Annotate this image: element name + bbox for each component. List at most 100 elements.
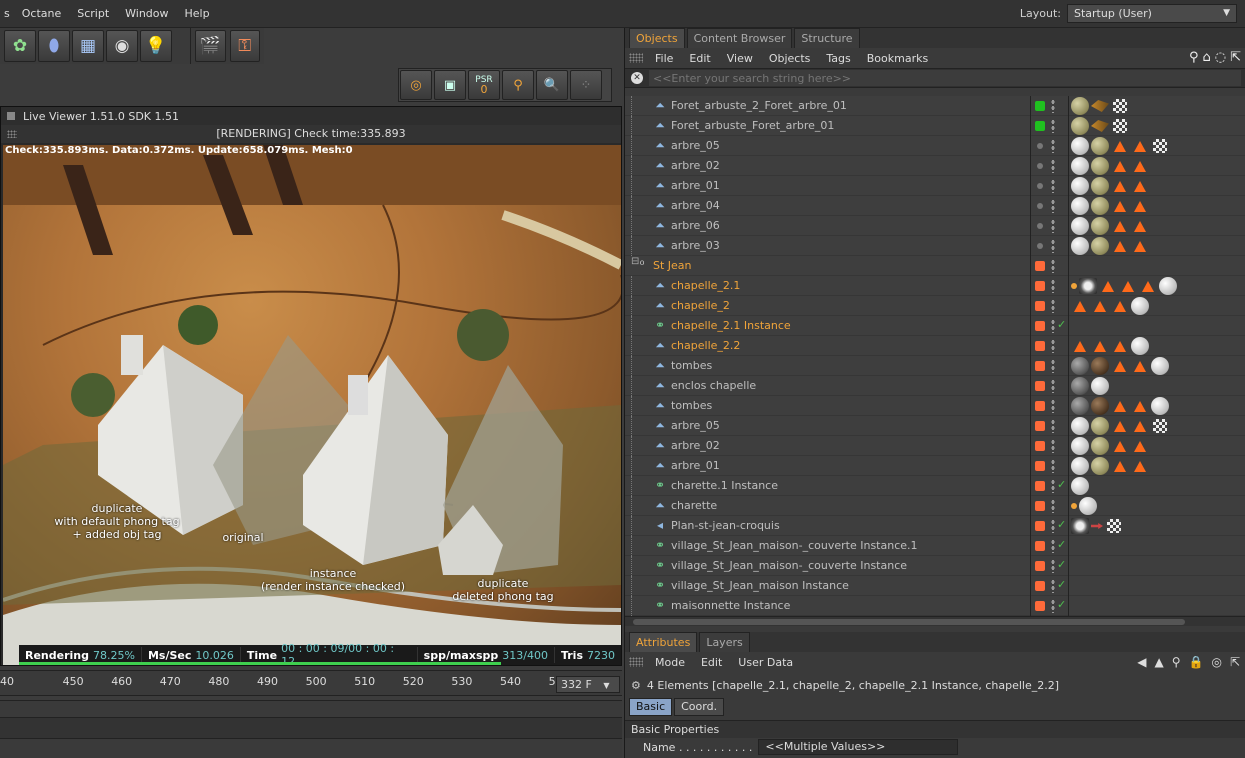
visibility-dots-icon[interactable] [1051, 219, 1055, 233]
flower-icon[interactable]: ✿ [4, 30, 36, 62]
object-row[interactable]: ⏶ arbre_01 [625, 176, 1245, 196]
menu-edit[interactable]: Edit [681, 52, 718, 65]
tri-tag-icon[interactable] [1094, 300, 1106, 312]
white-tag-icon[interactable] [1071, 237, 1089, 255]
layer-color-swatch[interactable] [1035, 541, 1045, 551]
olive-tag-icon[interactable] [1091, 417, 1109, 435]
dark-tag-icon[interactable] [1071, 377, 1089, 395]
object-name[interactable]: arbre_01 [671, 179, 720, 192]
object-row[interactable]: ⏶ chapelle_2.1 [625, 276, 1245, 296]
white-tag-icon[interactable] [1071, 477, 1089, 495]
layer-color-swatch[interactable] [1035, 381, 1045, 391]
layer-color-swatch[interactable] [1035, 561, 1045, 571]
leaf-tag-icon[interactable] [1091, 100, 1109, 112]
object-row[interactable]: ⏶ arbre_04 [625, 196, 1245, 216]
magnifier-icon[interactable]: 🔍 [536, 70, 568, 100]
object-row[interactable]: ⏶ arbre_06 [625, 216, 1245, 236]
object-row[interactable]: ⚭ village_St_Jean_maison-_couverte Instan… [625, 556, 1245, 576]
visibility-dots-icon[interactable] [1051, 379, 1055, 393]
leaf-tag-icon[interactable] [1091, 120, 1109, 132]
checker-tag-icon[interactable] [1113, 99, 1127, 113]
object-name[interactable]: charette.1 Instance [671, 479, 778, 492]
white-tag-icon[interactable] [1079, 497, 1097, 515]
menu-edit[interactable]: Edit [693, 656, 730, 669]
object-name[interactable]: village_St_Jean_maison-_couverte Instanc… [671, 539, 918, 552]
visibility-dots-icon[interactable] [1051, 119, 1055, 133]
grid-dots-icon[interactable]: ⁘ [570, 70, 602, 100]
object-name[interactable]: arbre_04 [671, 199, 720, 212]
visibility-dots-icon[interactable] [1051, 339, 1055, 353]
tri-tag-icon[interactable] [1134, 160, 1146, 172]
up-arrow-icon[interactable]: ▲ [1154, 655, 1163, 669]
white-tag-icon[interactable] [1071, 157, 1089, 175]
object-name[interactable]: arbre_01 [671, 459, 720, 472]
white-tag-icon[interactable] [1131, 297, 1149, 315]
back-arrow-icon[interactable]: ◀ [1137, 655, 1146, 669]
object-name[interactable]: chapelle_2.2 [671, 339, 740, 352]
object-row[interactable]: ⏶ arbre_02 [625, 156, 1245, 176]
tri-tag-icon[interactable] [1134, 220, 1146, 232]
white-tag-icon[interactable] [1131, 337, 1149, 355]
visibility-dots-icon[interactable] [1051, 159, 1055, 173]
tri-tag-icon[interactable] [1134, 240, 1146, 252]
white-tag-icon[interactable] [1151, 397, 1169, 415]
tab-objects[interactable]: Objects [629, 28, 685, 48]
object-row[interactable]: ⏶ tombes [625, 356, 1245, 376]
layer-color-swatch[interactable] [1035, 441, 1045, 451]
checker-tag-icon[interactable] [1107, 519, 1121, 533]
object-row[interactable]: ⚭ charette.1 Instance ✓ [625, 476, 1245, 496]
white-tag-icon[interactable] [1071, 217, 1089, 235]
layer-color-swatch[interactable] [1037, 143, 1043, 149]
visibility-dots-icon[interactable] [1051, 399, 1055, 413]
name-field[interactable]: <<Multiple Values>> [758, 739, 959, 755]
object-name[interactable]: tombes [671, 359, 712, 372]
brown-tag-icon[interactable] [1091, 357, 1109, 375]
tri-tag-icon[interactable] [1114, 400, 1126, 412]
object-name[interactable]: arbre_05 [671, 419, 720, 432]
enabled-check-icon[interactable]: ✓ [1057, 598, 1066, 611]
tab-coord[interactable]: Coord. [674, 698, 725, 716]
tri-tag-icon[interactable] [1114, 300, 1126, 312]
visibility-dots-icon[interactable] [1051, 259, 1055, 273]
visibility-dots-icon[interactable] [1051, 459, 1055, 473]
tri-tag-icon[interactable] [1114, 140, 1126, 152]
white-tag-icon[interactable] [1159, 277, 1177, 295]
clapper-icon[interactable]: 🎬 [195, 30, 226, 62]
tri-tag-icon[interactable] [1134, 200, 1146, 212]
white-tag-icon[interactable] [1091, 377, 1109, 395]
visibility-dots-icon[interactable] [1051, 519, 1055, 533]
tri-tag-icon[interactable] [1114, 440, 1126, 452]
tri-tag-icon[interactable] [1074, 300, 1086, 312]
visibility-dots-icon[interactable] [1051, 179, 1055, 193]
grip-icon[interactable] [7, 130, 17, 138]
olive-tag-icon[interactable] [1091, 137, 1109, 155]
arrow-tag-icon[interactable] [1091, 523, 1103, 529]
tri-tag-icon[interactable] [1134, 420, 1146, 432]
layer-color-swatch[interactable] [1037, 163, 1043, 169]
visibility-dots-icon[interactable] [1051, 539, 1055, 553]
tri-tag-icon[interactable] [1114, 340, 1126, 352]
object-name[interactable]: tombes [671, 399, 712, 412]
object-name[interactable]: St Jean [653, 259, 692, 272]
enabled-check-icon[interactable]: ✓ [1057, 558, 1066, 571]
tri-tag-icon[interactable] [1114, 460, 1126, 472]
viewer-menu-icon[interactable] [7, 112, 15, 120]
tri-tag-icon[interactable] [1114, 160, 1126, 172]
octopus-icon[interactable]: ◉ [106, 30, 138, 62]
layout-select[interactable]: Startup (User) ▼ [1067, 4, 1237, 23]
layer-color-swatch[interactable] [1035, 281, 1045, 291]
white-tag-icon[interactable] [1071, 137, 1089, 155]
tri-tag-icon[interactable] [1134, 180, 1146, 192]
object-row[interactable]: ⚭ village_St_Jean_maison-_couverte Instan… [625, 536, 1245, 556]
object-name[interactable]: village_St_Jean_maison-_couverte Instanc… [671, 559, 907, 572]
object-name[interactable]: arbre_02 [671, 159, 720, 172]
image-icon[interactable]: ▣ [434, 70, 466, 100]
expand-icon[interactable]: ⇱ [1230, 655, 1240, 669]
timeline-ruler[interactable]: 40450460470480490500510520530540550 [0, 670, 622, 696]
object-row[interactable]: ⏶ Foret_arbuste_2_Foret_arbre_01 [625, 96, 1245, 116]
layer-color-swatch[interactable] [1035, 301, 1045, 311]
white-tag-icon[interactable] [1071, 197, 1089, 215]
layer-color-swatch[interactable] [1037, 243, 1043, 249]
menu-window[interactable]: Window [117, 0, 176, 28]
layer-color-swatch[interactable] [1035, 401, 1045, 411]
